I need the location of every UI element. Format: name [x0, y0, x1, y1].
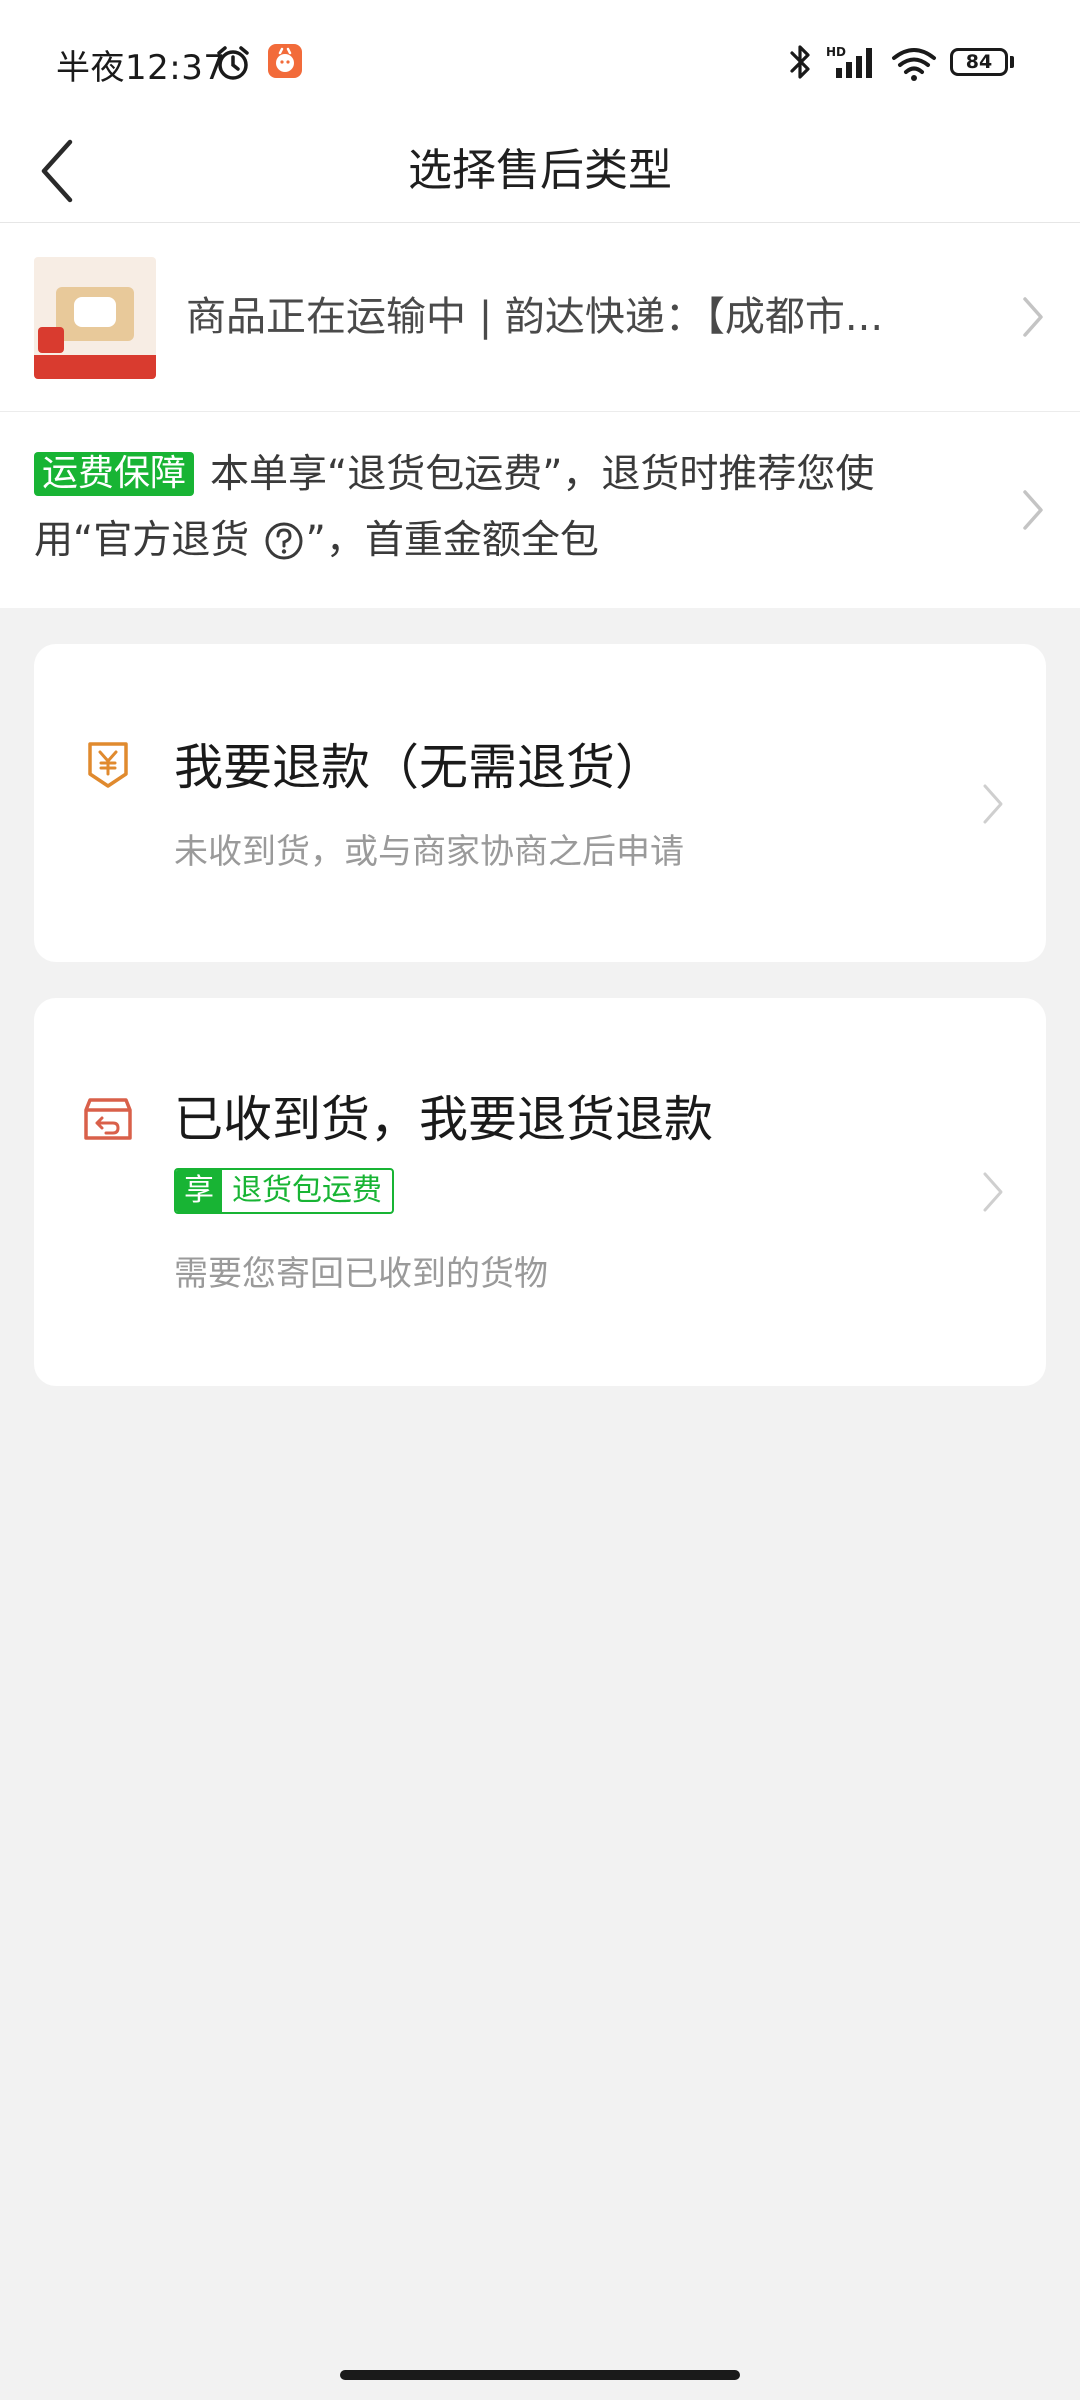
page-title: 选择售后类型	[408, 145, 672, 196]
notice-text: 运费保障 本单享“退货包运费”，退货时推荐您使用“官方退货 ”，首重金额全包	[34, 442, 964, 574]
help-icon[interactable]	[264, 521, 304, 561]
wifi-icon	[892, 48, 936, 81]
chevron-left-icon	[41, 139, 73, 203]
home-indicator[interactable]	[340, 2370, 740, 2380]
refund-only-title: 我要退款（无需退货）	[174, 739, 665, 796]
app-notification-icon	[268, 44, 302, 78]
refund-only-option[interactable]: 我要退款（无需退货） 未收到货，或与商家协商之后申请	[34, 644, 1046, 962]
tag-prefix: 享	[176, 1170, 222, 1212]
chevron-right-icon	[983, 784, 1003, 824]
battery-icon: 84	[950, 48, 1008, 76]
header: 选择售后类型	[0, 120, 1080, 223]
back-button[interactable]	[26, 126, 106, 216]
battery-cap	[1010, 56, 1014, 68]
notice-badge: 运费保障	[34, 452, 195, 496]
thumb-badge-shape	[38, 327, 64, 353]
shipping-status-row[interactable]: 商品正在运输中 | 韵达快递：【成都市...	[0, 223, 1080, 412]
svg-text:HD: HD	[826, 45, 846, 59]
hd-signal-icon: HD	[826, 45, 872, 78]
thumb-band-shape	[34, 355, 156, 379]
return-refund-option[interactable]: 已收到货，我要退货退款 享 退货包运费 需要您寄回已收到的货物	[34, 998, 1046, 1386]
product-thumbnail	[34, 257, 156, 379]
shipping-guarantee-notice[interactable]: 运费保障 本单享“退货包运费”，退货时推荐您使用“官方退货 ”，首重金额全包	[0, 412, 1080, 608]
bluetooth-icon	[790, 45, 810, 79]
chevron-right-icon	[983, 1172, 1003, 1212]
return-refund-title: 已收到货，我要退货退款	[174, 1091, 714, 1148]
status-bar: 半夜12:37 HD 84	[0, 0, 1080, 120]
refund-only-description: 未收到货，或与商家协商之后申请	[174, 832, 684, 872]
alarm-icon	[217, 46, 249, 80]
chevron-right-icon	[1023, 297, 1043, 337]
chevron-right-icon	[1023, 490, 1043, 530]
return-box-icon	[84, 1098, 132, 1140]
status-time: 半夜12:37	[56, 48, 226, 88]
tag-label: 退货包运费	[232, 1173, 382, 1208]
shipping-status-text: 商品正在运输中 | 韵达快递：【成都市...	[186, 294, 884, 340]
return-refund-description: 需要您寄回已收到的货物	[174, 1254, 548, 1294]
notice-text-tail: ”，首重金额全包	[305, 518, 599, 563]
battery-level: 84	[965, 51, 993, 73]
thumb-tissue-shape	[74, 297, 116, 327]
yuan-shield-icon	[88, 742, 128, 788]
free-return-shipping-tag: 享 退货包运费	[174, 1168, 394, 1214]
